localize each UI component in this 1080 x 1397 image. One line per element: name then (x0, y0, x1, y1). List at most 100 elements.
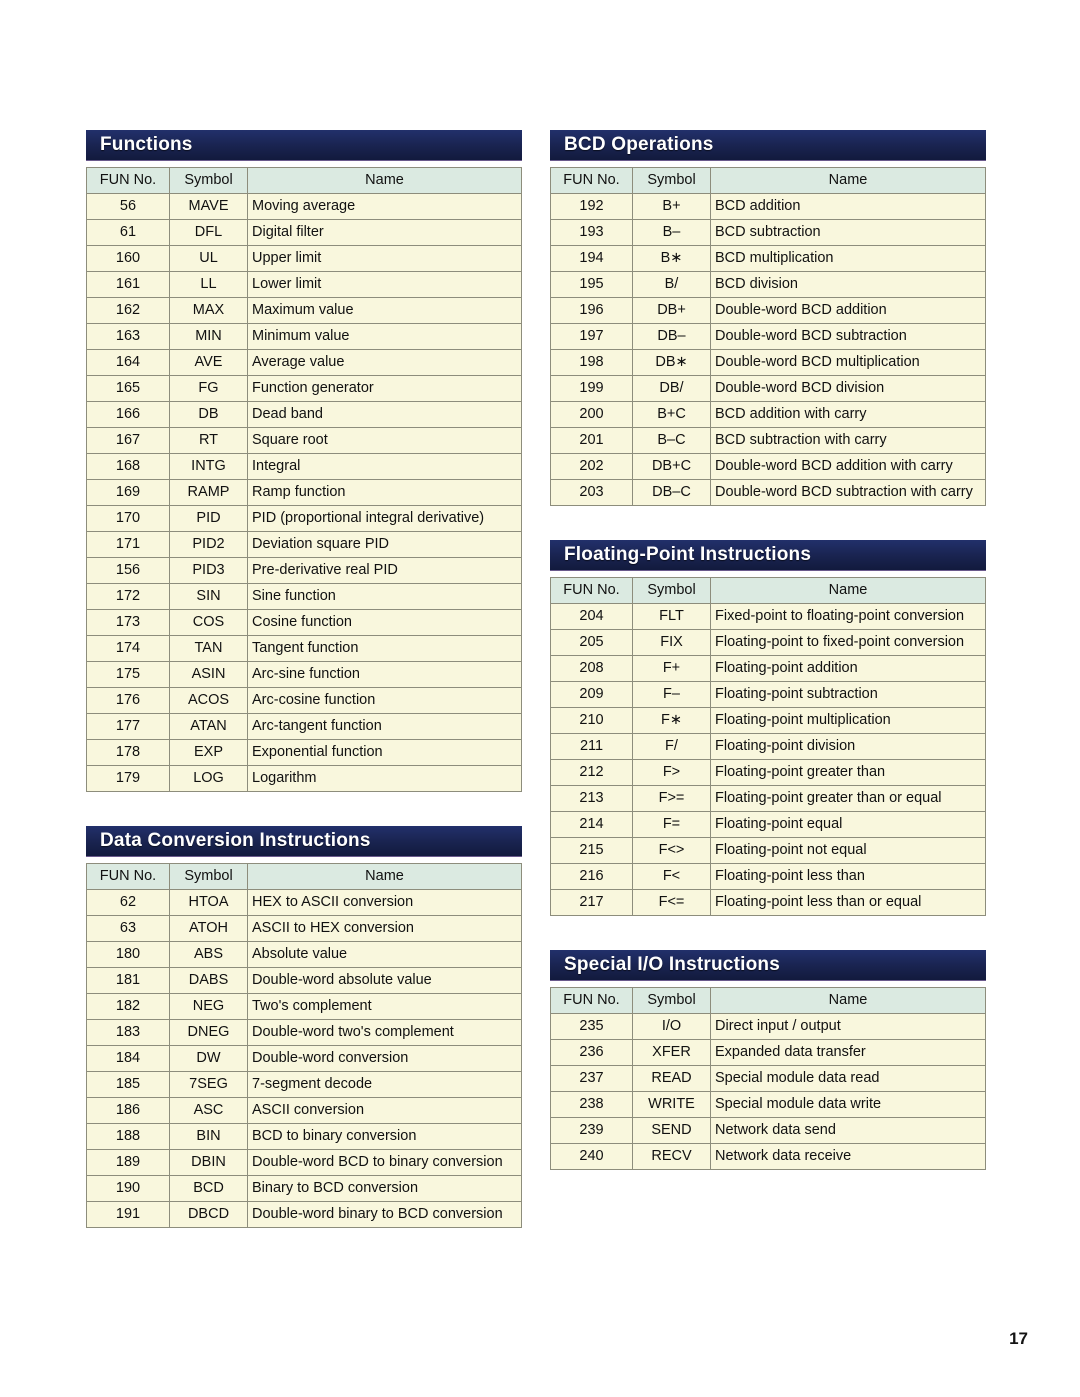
cell-name: Double-word BCD addition with carry (710, 453, 986, 480)
cell-symbol: HTOA (169, 889, 248, 916)
cell-name: BCD to binary conversion (247, 1123, 522, 1150)
cell-symbol: SIN (169, 583, 248, 610)
cell-symbol: LL (169, 271, 248, 298)
column-header-symbol: Symbol (632, 167, 711, 194)
table-row: 165 FG Function generator (86, 375, 522, 402)
cell-name: Double-word BCD division (710, 375, 986, 402)
column-header-symbol: Symbol (632, 987, 711, 1014)
cell-name: Dead band (247, 401, 522, 428)
cell-name: Direct input / output (710, 1013, 986, 1040)
cell-symbol: F= (632, 811, 711, 838)
cell-fun-no: 186 (86, 1097, 170, 1124)
cell-fun-no: 215 (550, 837, 633, 864)
section-title: Data Conversion Instructions (100, 830, 371, 851)
cell-fun-no: 212 (550, 759, 633, 786)
table-row: 178 EXP Exponential function (86, 739, 522, 766)
column-header-fun-no: FUN No. (550, 987, 633, 1014)
cell-symbol: RAMP (169, 479, 248, 506)
table-row: 197 DB– Double-word BCD subtraction (550, 323, 986, 350)
table-row: 185 7SEG 7-segment decode (86, 1071, 522, 1098)
cell-fun-no: 170 (86, 505, 170, 532)
cell-name: Square root (247, 427, 522, 454)
cell-symbol: F– (632, 681, 711, 708)
table-row: 172 SIN Sine function (86, 583, 522, 610)
cell-symbol: ATAN (169, 713, 248, 740)
cell-name: Maximum value (247, 297, 522, 324)
cell-name: Two's complement (247, 993, 522, 1020)
cell-symbol: PID (169, 505, 248, 532)
table-row: 239 SEND Network data send (550, 1117, 986, 1144)
cell-symbol: 7SEG (169, 1071, 248, 1098)
cell-name: Double-word BCD subtraction (710, 323, 986, 350)
cell-name: Double-word BCD multiplication (710, 349, 986, 376)
cell-name: Deviation square PID (247, 531, 522, 558)
cell-name: Floating-point greater than (710, 759, 986, 786)
cell-name: Double-word binary to BCD conversion (247, 1201, 522, 1228)
cell-fun-no: 198 (550, 349, 633, 376)
cell-name: 7-segment decode (247, 1071, 522, 1098)
cell-fun-no: 177 (86, 713, 170, 740)
table-row: 195 B/BCD division (550, 271, 986, 298)
cell-symbol: B+ (632, 193, 711, 220)
table-row: 186 ASC ASCII conversion (86, 1097, 522, 1124)
cell-fun-no: 182 (86, 993, 170, 1020)
cell-fun-no: 179 (86, 765, 170, 792)
cell-fun-no: 190 (86, 1175, 170, 1202)
cell-name: Network data send (710, 1117, 986, 1144)
cell-fun-no: 202 (550, 453, 633, 480)
section-title: BCD Operations (564, 134, 714, 155)
cell-symbol: BIN (169, 1123, 248, 1150)
cell-symbol: DB– (632, 323, 711, 350)
cell-fun-no: 195 (550, 271, 633, 298)
section-title: Functions (100, 134, 193, 155)
cell-symbol: INTG (169, 453, 248, 480)
cell-symbol: COS (169, 609, 248, 636)
cell-fun-no: 192 (550, 193, 633, 220)
cell-fun-no: 184 (86, 1045, 170, 1072)
cell-symbol: MIN (169, 323, 248, 350)
cell-name: Cosine function (247, 609, 522, 636)
column-header-name: Name (710, 987, 986, 1014)
left-column: Functions FUN No. Symbol Name 56 MAVE Moving a… (86, 130, 522, 1262)
cell-symbol: BCD (169, 1175, 248, 1202)
instruction-table-data-conversion-instructions: FUN No. Symbol Name 62 HTOA HEX to ASCII conv… (86, 863, 522, 1228)
cell-fun-no: 213 (550, 785, 633, 812)
cell-symbol: FLT (632, 603, 711, 630)
cell-symbol: MAVE (169, 193, 248, 220)
cell-symbol: LOG (169, 765, 248, 792)
table-row: 183 DNEG Double-word two's complement (86, 1019, 522, 1046)
cell-symbol: F> (632, 759, 711, 786)
cell-fun-no: 211 (550, 733, 633, 760)
table-row: 204 FLT Fixed-point to floating-point conv… (550, 603, 986, 630)
cell-symbol: F/ (632, 733, 711, 760)
table-row: 174 TAN Tangent function (86, 635, 522, 662)
cell-name: Floating-point to fixed-point conversion (710, 629, 986, 656)
cell-fun-no: 216 (550, 863, 633, 890)
cell-name: Arc-sine function (247, 661, 522, 688)
cell-name: Floating-point greater than or equal (710, 785, 986, 812)
cell-name: Double-word BCD addition (710, 297, 986, 324)
cell-name: Lower limit (247, 271, 522, 298)
table-row: 198 DB∗ Double-word BCD multiplication (550, 349, 986, 376)
table-row: 61 DFL Digital filter (86, 219, 522, 246)
cell-fun-no: 210 (550, 707, 633, 734)
cell-name: Double-word BCD to binary conversion (247, 1149, 522, 1176)
table-row: 201 B–C BCD subtraction with carry (550, 427, 986, 454)
cell-fun-no: 169 (86, 479, 170, 506)
instruction-table-bcd-operations: FUN No. Symbol Name 192 B+ BCD addition 193 B– B… (550, 167, 986, 506)
cell-name: Floating-point equal (710, 811, 986, 838)
table-header-row: FUN No. Symbol Name (86, 167, 522, 194)
cell-symbol: F<= (632, 889, 711, 916)
table-row: 166 DB Dead band (86, 401, 522, 428)
table-row: 180 ABS Absolute value (86, 941, 522, 968)
cell-symbol: ABS (169, 941, 248, 968)
cell-name: Network data receive (710, 1143, 986, 1170)
cell-fun-no: 56 (86, 193, 170, 220)
cell-name: Tangent function (247, 635, 522, 662)
cell-symbol: ATOH (169, 915, 248, 942)
table-header-row: FUN No. Symbol Name (550, 987, 986, 1014)
cell-fun-no: 237 (550, 1065, 633, 1092)
cell-symbol: EXP (169, 739, 248, 766)
section-header-data-conversion-instructions: Data Conversion Instructions (86, 826, 522, 856)
cell-fun-no: 168 (86, 453, 170, 480)
